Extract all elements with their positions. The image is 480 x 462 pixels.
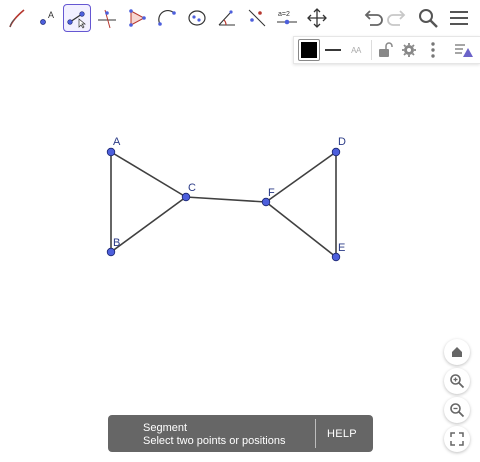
point-label-b: B — [113, 237, 120, 249]
point-label-e: E — [338, 242, 345, 254]
segment-tool-icon — [67, 11, 86, 29]
segment-cf[interactable] — [185, 196, 267, 203]
polygon-tool-icon — [129, 9, 146, 27]
segments-layer — [110, 151, 337, 258]
segment-ac[interactable] — [110, 151, 187, 198]
graphics-view-icon — [455, 44, 473, 57]
toolbar: A a=2 — [0, 0, 480, 36]
gear-icon — [402, 43, 416, 57]
point-label-a: A — [113, 136, 121, 148]
ellipse-tool-icon — [188, 10, 206, 26]
point-d[interactable] — [331, 147, 341, 157]
line-style-icon — [325, 49, 341, 51]
more-options-button[interactable] — [422, 39, 444, 61]
tool-perpendicular[interactable] — [93, 4, 121, 32]
fullscreen-icon — [450, 432, 464, 446]
point-label-f: F — [268, 187, 275, 199]
snackbar-divider — [315, 419, 316, 448]
points-layer: A B C F D E — [106, 136, 346, 262]
point-a[interactable] — [106, 147, 116, 157]
text-size-button[interactable]: AA — [345, 39, 367, 61]
undo-icon — [364, 10, 383, 26]
point-tool-icon: A — [40, 10, 54, 25]
point-e[interactable] — [331, 252, 341, 262]
slider-tool-icon: a=2 — [277, 11, 297, 25]
point-b[interactable] — [106, 247, 116, 257]
circle-arc-tool-icon — [158, 9, 176, 26]
undo-button[interactable] — [359, 5, 385, 31]
tool-pen[interactable] — [3, 4, 31, 32]
tool-slider[interactable]: a=2 — [273, 4, 301, 32]
tool-angle[interactable] — [213, 4, 241, 32]
svg-text:a=2: a=2 — [278, 11, 290, 18]
style-bar: AA — [293, 36, 480, 64]
home-icon — [452, 347, 462, 357]
graphics-canvas[interactable]: A B C F D E — [0, 0, 480, 462]
move-view-tool-icon — [307, 8, 327, 28]
point-f[interactable] — [261, 197, 271, 207]
graphics-view-menu-button[interactable] — [453, 39, 475, 61]
tool-move-view[interactable] — [303, 4, 331, 32]
snackbar-message: Select two points or positions — [143, 435, 286, 447]
menu-icon — [450, 11, 468, 25]
segment-bc[interactable] — [110, 196, 187, 253]
lock-button[interactable] — [374, 39, 396, 61]
color-swatch — [301, 42, 317, 58]
text-size-label: AA — [351, 45, 361, 55]
point-c[interactable] — [181, 192, 191, 202]
tool-ellipse[interactable] — [183, 4, 211, 32]
home-button[interactable] — [444, 339, 470, 365]
zoom-out-icon — [450, 403, 465, 418]
settings-button[interactable] — [398, 39, 420, 61]
tool-reflect[interactable] — [243, 4, 271, 32]
line-style-button[interactable] — [322, 39, 344, 61]
pen-tool-icon — [9, 9, 25, 28]
help-button[interactable]: HELP — [327, 428, 357, 440]
divider — [371, 40, 372, 60]
snackbar-title: Segment — [143, 422, 188, 434]
color-button[interactable] — [298, 39, 320, 61]
search-button[interactable] — [415, 5, 441, 31]
redo-icon — [387, 10, 406, 26]
tool-polygon[interactable] — [123, 4, 151, 32]
search-icon — [419, 9, 438, 28]
redo-button[interactable] — [385, 5, 411, 31]
svg-text:A: A — [48, 10, 54, 20]
fullscreen-button[interactable] — [444, 426, 470, 452]
zoom-in-icon — [450, 374, 465, 389]
tool-segment[interactable] — [63, 4, 91, 32]
menu-button[interactable] — [446, 5, 472, 31]
reflect-tool-icon — [248, 9, 266, 27]
zoom-out-button[interactable] — [444, 397, 470, 423]
tool-help-snackbar: Segment Select two points or positions H… — [108, 415, 373, 452]
segment-fd[interactable] — [265, 151, 337, 203]
angle-tool-icon — [218, 10, 235, 26]
point-label-c: C — [188, 182, 196, 194]
point-label-d: D — [338, 136, 346, 148]
unlock-icon — [379, 42, 393, 57]
tool-point[interactable]: A — [33, 4, 61, 32]
perpendicular-line-tool-icon — [98, 9, 116, 29]
segment-fe[interactable] — [265, 201, 337, 258]
zoom-in-button[interactable] — [444, 368, 470, 394]
tool-circle-arc[interactable] — [153, 4, 181, 32]
more-vertical-icon — [431, 42, 435, 58]
